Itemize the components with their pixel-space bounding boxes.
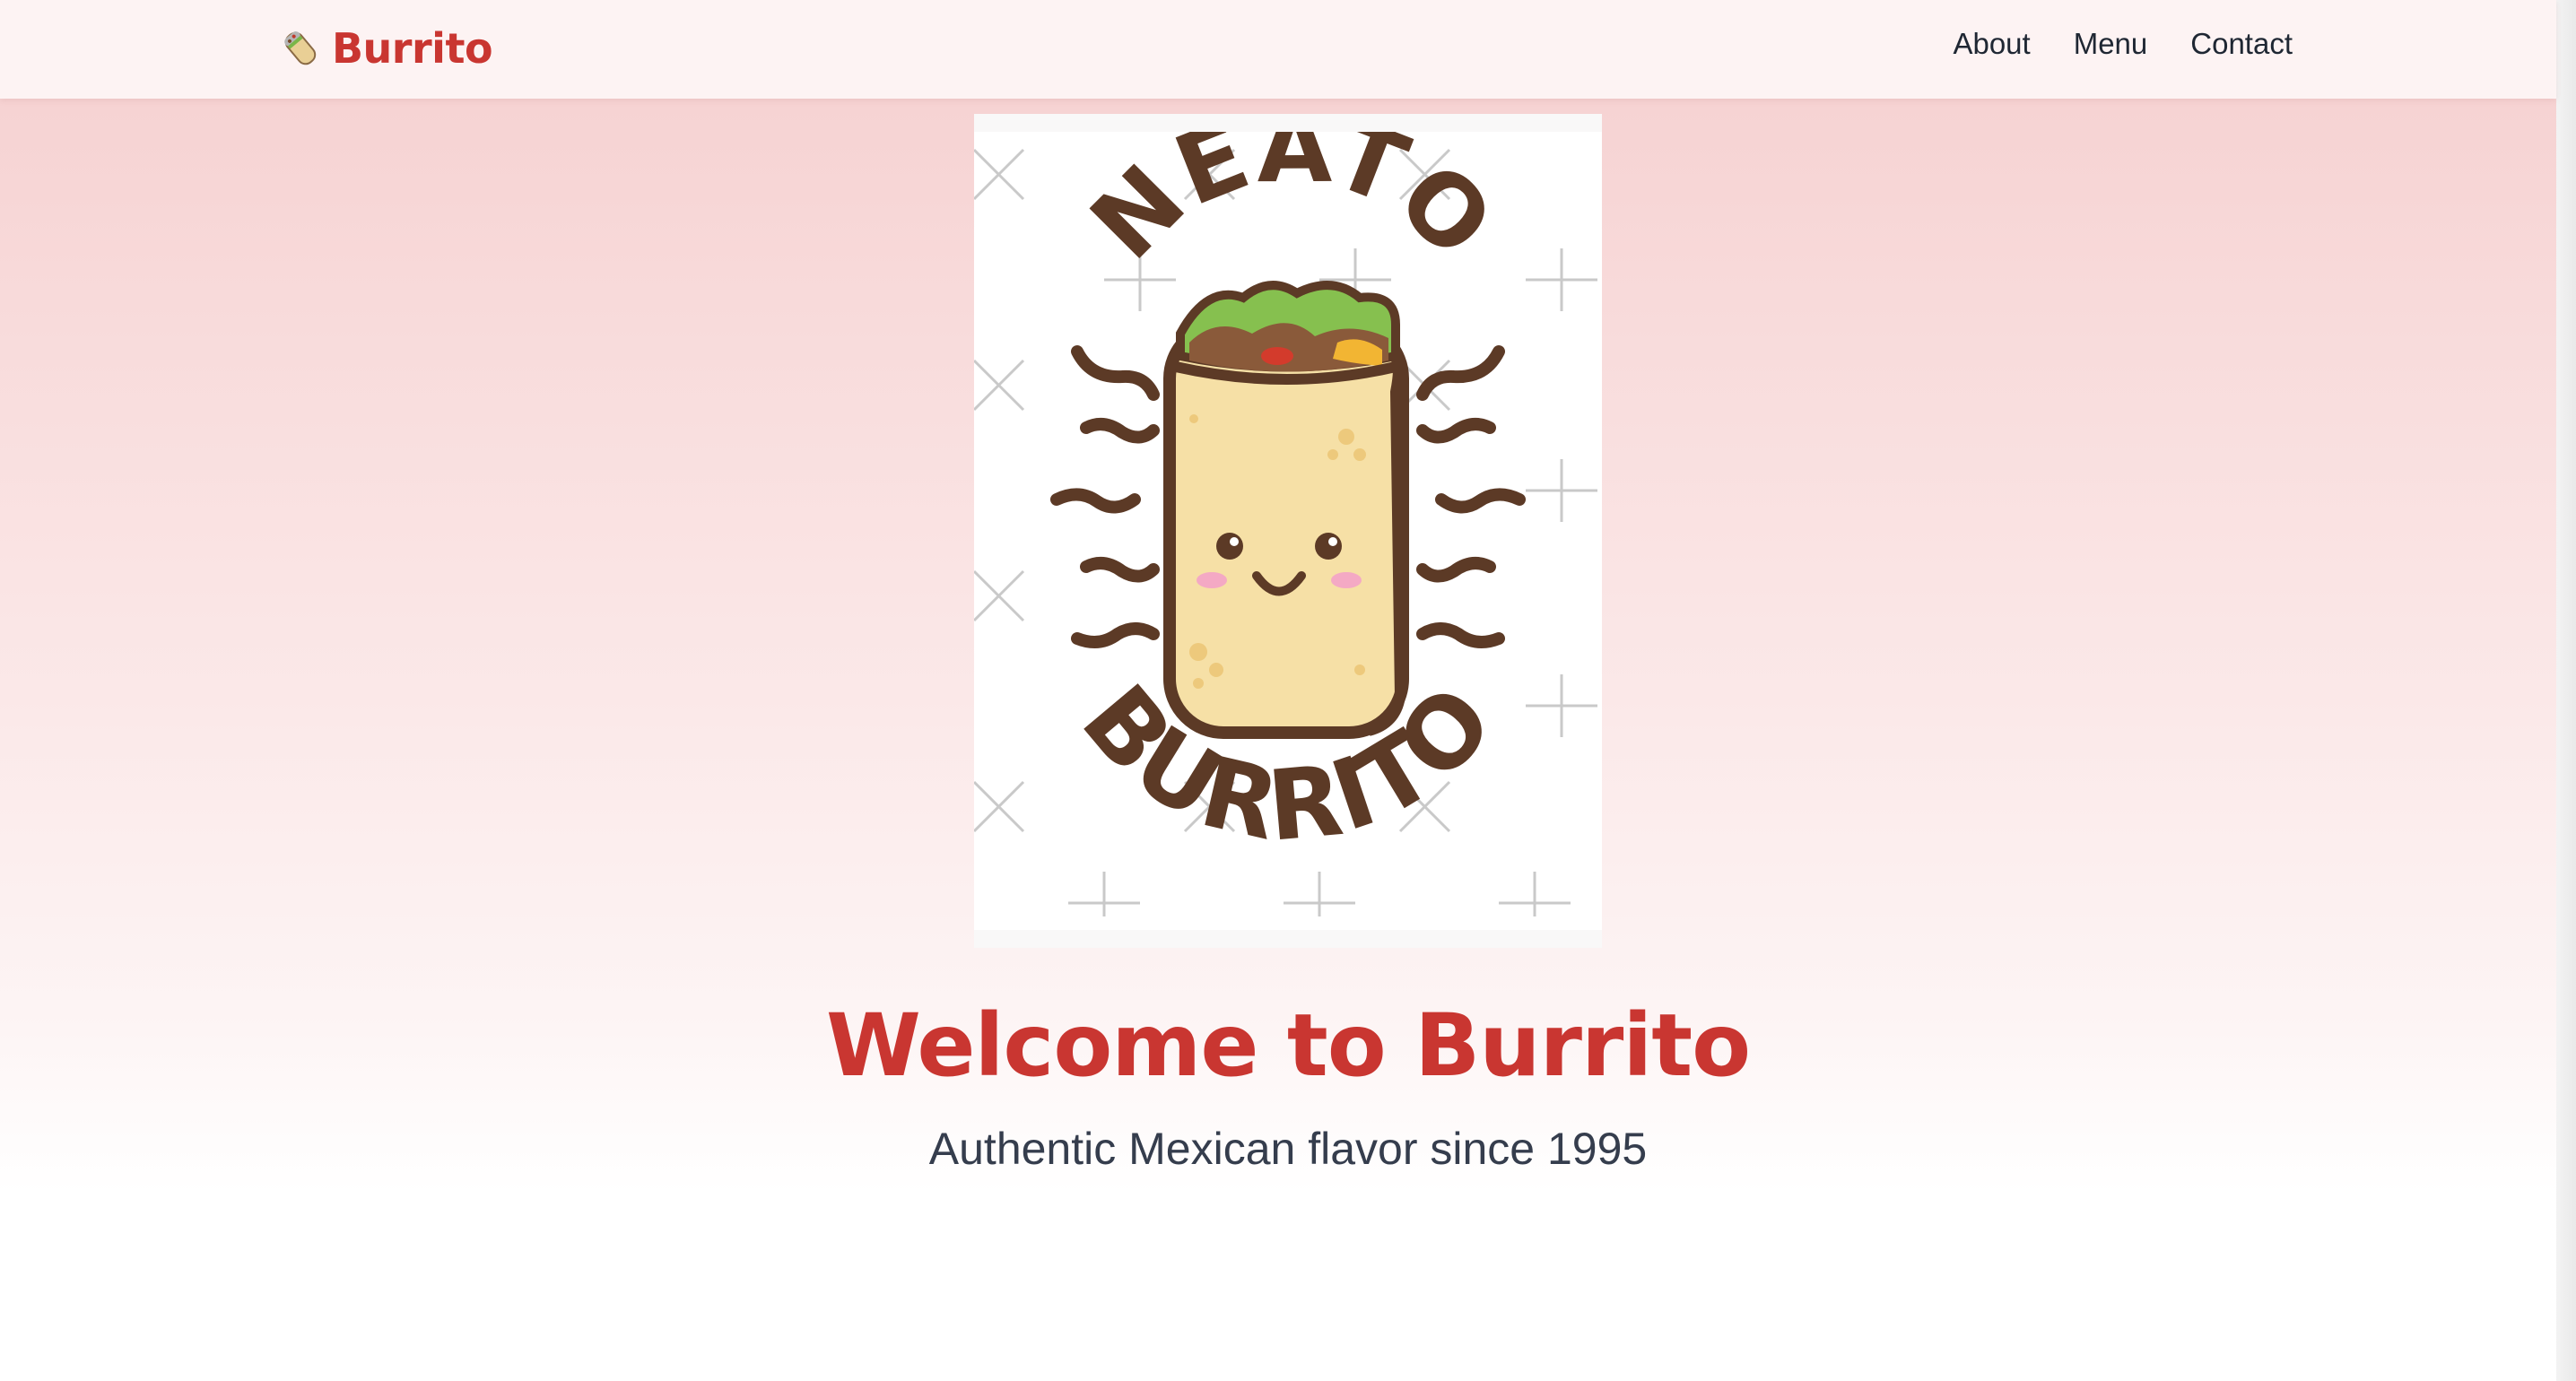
neato-burrito-illustration: NEATO BURRITO <box>974 132 1602 930</box>
brand-logo-link[interactable]: Burrito <box>280 20 493 77</box>
brand-name: Burrito <box>332 24 493 73</box>
hero-image: NEATO BURRITO <box>974 114 1602 948</box>
hero-subtitle: Authentic Mexican flavor since 1995 <box>928 1124 1648 1174</box>
hero-title: Welcome to Burrito <box>825 995 1751 1096</box>
nav-links: About Menu Contact <box>1953 27 2293 61</box>
nav-link-contact[interactable]: Contact <box>2190 27 2293 61</box>
logo-top-text: NEATO <box>1070 132 1515 281</box>
nav-link-menu[interactable]: Menu <box>2074 27 2148 61</box>
burrito-character <box>1163 281 1409 739</box>
nav-link-about[interactable]: About <box>1953 27 2030 61</box>
burrito-icon <box>284 31 317 65</box>
navbar: Burrito About Menu Contact <box>0 0 2556 99</box>
